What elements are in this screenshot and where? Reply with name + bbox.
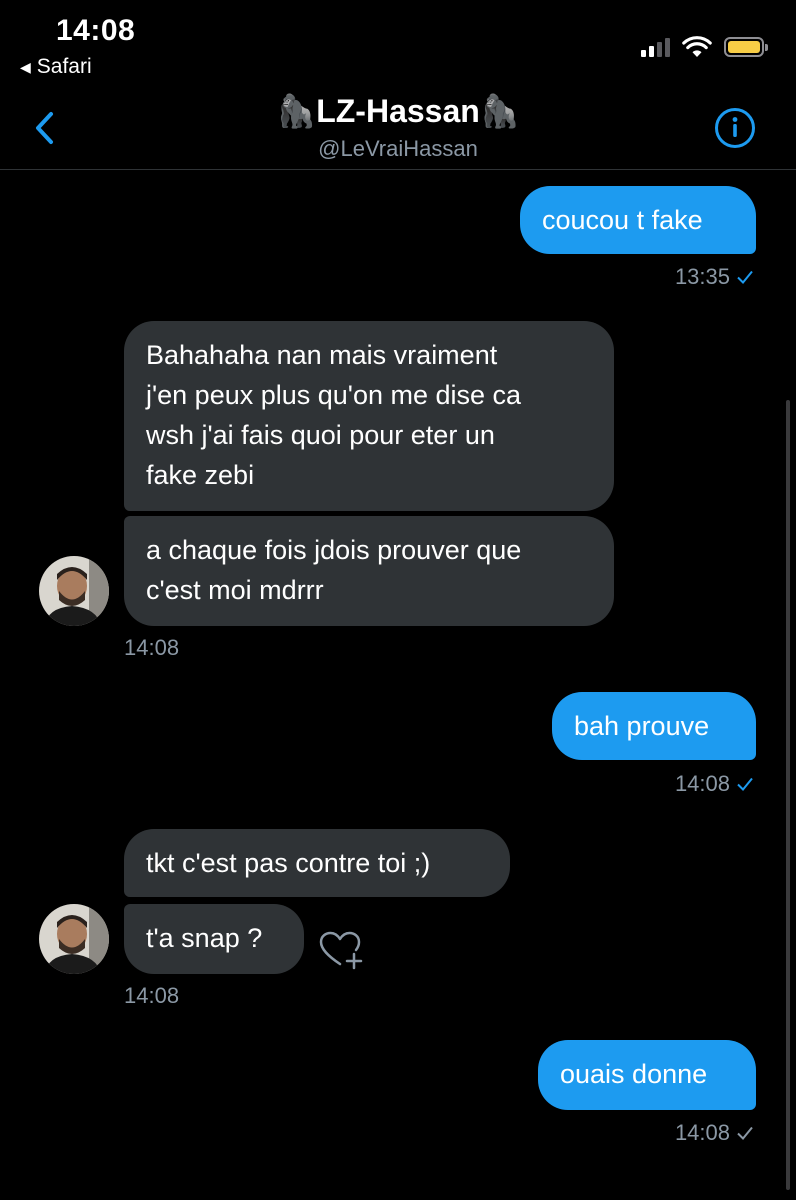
conversation-title[interactable]: 🦍LZ-Hassan🦍 [0,92,796,130]
status-time: 14:08 [56,14,136,47]
heart-add-reaction-icon[interactable] [318,930,366,970]
message-time: 14:08 [674,1120,730,1145]
received-message-bubble[interactable]: t'a snap ? [124,904,304,974]
battery-icon [724,37,768,57]
message-meta: 14:08 [675,771,754,797]
cellular-signal-icon [641,37,670,57]
sent-message-bubble[interactable]: coucou t fake [520,186,756,254]
conversation-handle[interactable]: @LeVraiHassan [0,136,796,162]
message-meta: 13:35 [675,264,754,290]
message-time: 14:08 [124,983,180,1008]
avatar[interactable] [39,556,109,626]
info-circle-icon[interactable] [714,107,756,149]
avatar[interactable] [39,904,109,974]
message-time: 13:35 [674,264,730,289]
received-message-bubble[interactable]: Bahahaha nan mais vraiment j'en peux plu… [124,321,614,511]
header-divider [0,169,796,170]
message-time: 14:08 [124,635,180,660]
sent-check-icon [737,1126,753,1140]
battery-fill [728,41,760,53]
sent-message-bubble[interactable]: bah prouve [552,692,756,760]
read-check-icon [737,270,753,284]
message-time: 14:08 [674,771,730,796]
back-app-label: Safari [36,55,92,78]
dm-conversation-screen: 14:08 ◀ Safari 🦍LZ-Hassan🦍 @LeVraiHassan [0,0,796,1200]
received-message-bubble[interactable]: tkt c'est pas contre toi ;) [124,829,510,897]
sent-message-bubble[interactable]: ouais donne [538,1040,756,1110]
back-to-app-link[interactable]: ◀ Safari [20,55,92,79]
received-message-bubble[interactable]: a chaque fois jdois prouver que c'est mo… [124,516,614,626]
back-triangle-icon: ◀ [20,58,31,75]
message-meta: 14:08 [675,1120,754,1146]
status-icons [641,36,768,58]
read-check-icon [737,777,753,791]
wifi-icon [682,36,712,57]
scrollbar[interactable] [786,400,790,1190]
